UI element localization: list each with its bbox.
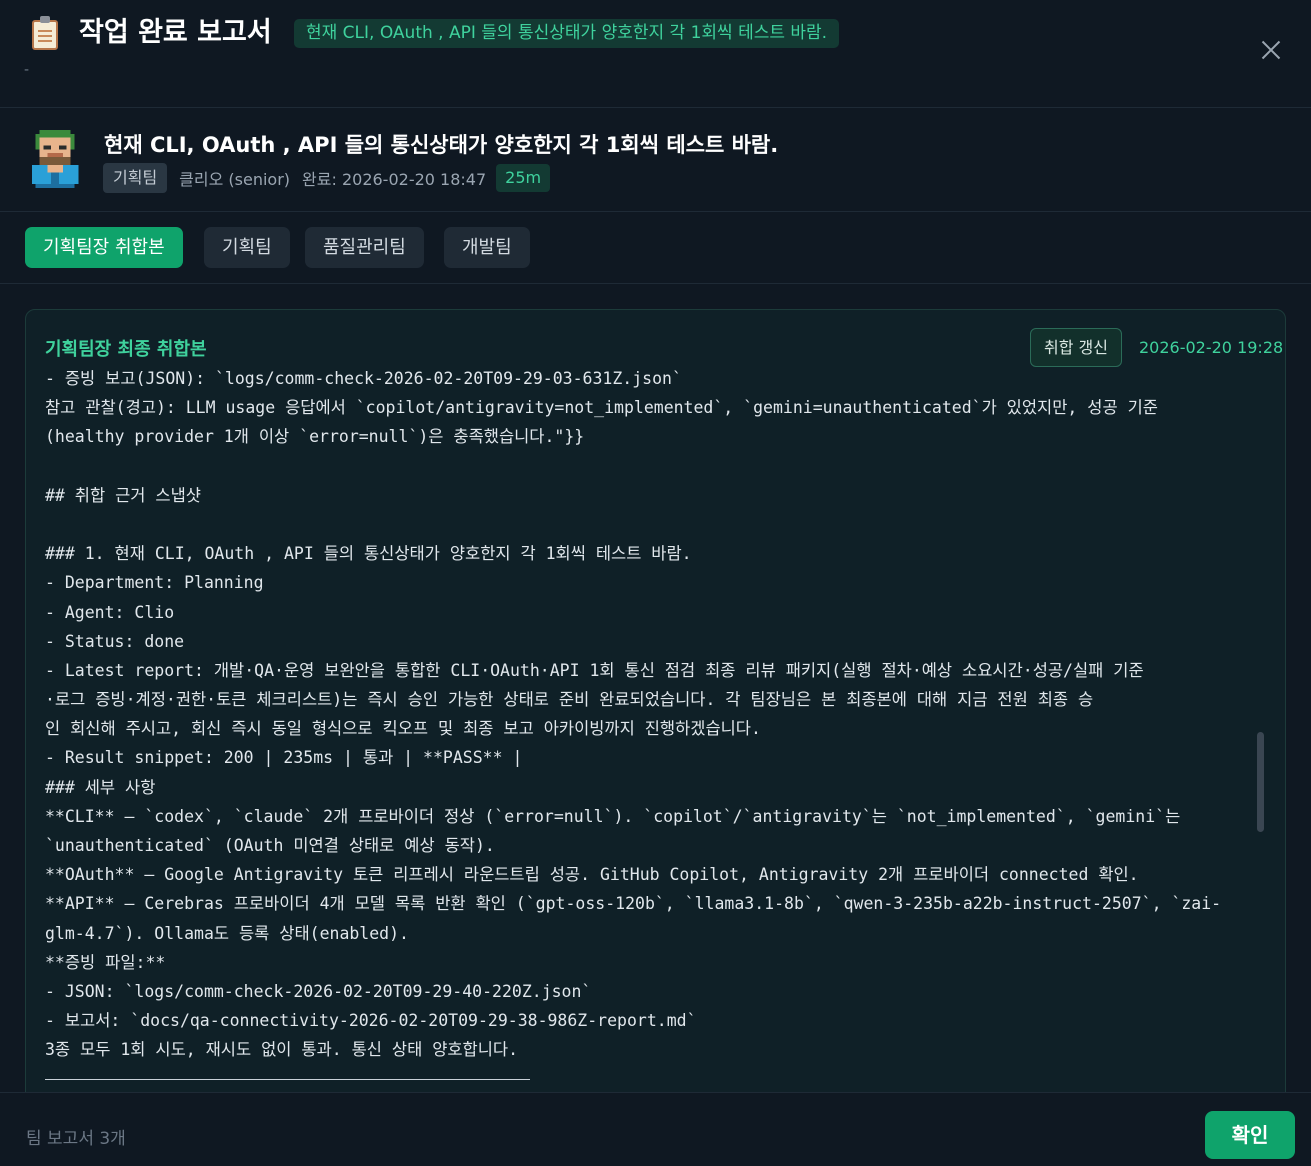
report-line: - Status: done: [45, 631, 185, 651]
report-line: **OAuth** — Google Antigravity 토큰 리프레시 라…: [45, 865, 1139, 885]
report-line: glm-4.7`). Ollama도 등록 상태(enabled).: [45, 923, 409, 943]
close-icon[interactable]: [1258, 37, 1284, 63]
scrollbar-thumb[interactable]: [1257, 732, 1264, 832]
report-line: ### 세부 사항: [45, 777, 156, 797]
team-badge: 기획팀: [103, 163, 168, 193]
duration-badge: 25m: [496, 164, 551, 192]
confirm-button[interactable]: 확인: [1205, 1111, 1295, 1159]
tab-leader-summary[interactable]: 기획팀장 취합본: [25, 227, 183, 268]
report-line: (healthy provider 1개 이상 `error=null`)은 충…: [45, 427, 585, 447]
agent-name: 클리오 (senior): [179, 170, 291, 189]
report-line: 인 회신해 주시고, 회신 즉시 동일 형식으로 킥오프 및 최종 보고 아카이…: [45, 719, 761, 739]
report-line: 3종 모두 1회 시도, 재시도 없이 통과. 통신 상태 양호합니다.: [45, 1040, 519, 1060]
report-line: [45, 452, 1266, 481]
report-tabs: 기획팀장 취합본 기획팀 품질관리팀 개발팀: [0, 213, 1311, 284]
panel-title: 기획팀장 최종 취합본: [45, 339, 207, 360]
summary-panel: 기획팀장 최종 취합본 취합 갱신 2026-02-20 19:28 - 증빙 …: [25, 309, 1286, 1109]
task-meta: 기획팀 클리오 (senior) 완료: 2026-02-20 18:47 25…: [103, 163, 551, 193]
report-line: ·로그 증빙·계정·권한·토큰 체크리스트)는 즉시 승인 가능한 상태로 준비…: [45, 690, 1094, 710]
modal-title: 작업 완료 보고서: [79, 17, 272, 48]
report-line: 참고 관찰(경고): LLM usage 응답에서 `copilot/antig…: [45, 398, 1158, 418]
report-line: - Agent: Clio: [45, 602, 175, 622]
tab-dev[interactable]: 개발팀: [444, 227, 530, 268]
report-text: - 증빙 보고(JSON): `logs/comm-check-2026-02-…: [45, 370, 1266, 1080]
panel-timestamp: 2026-02-20 19:28: [1139, 338, 1284, 357]
report-line: - 보고서: `docs/qa-connectivity-2026-02-20T…: [45, 1011, 697, 1031]
report-line: **CLI** — `codex`, `claude` 2개 프로바이더 정상 …: [45, 806, 1181, 826]
report-line: - Department: Planning: [45, 573, 264, 593]
task-title: 현재 CLI, OAuth , API 들의 통신상태가 양호한지 각 1회씩 …: [104, 133, 779, 157]
report-line: - Result snippet: 200 | 235ms | 통과 | **P…: [45, 748, 523, 768]
report-line: **증빙 파일:**: [45, 952, 166, 972]
divider: [45, 1078, 530, 1080]
report-line: - JSON: `logs/comm-check-2026-02-20T09-2…: [45, 981, 592, 1001]
task-title-badge: 현재 CLI, OAuth , API 들의 통신상태가 양호한지 각 1회씩 …: [294, 19, 840, 48]
clipboard-icon: [32, 16, 58, 50]
report-line: ### 1. 현재 CLI, OAuth , API 들의 통신상태가 양호한지…: [45, 544, 692, 564]
report-line: - 증빙 보고(JSON): `logs/comm-check-2026-02-…: [45, 370, 682, 388]
agent-avatar: [31, 129, 79, 188]
report-line: ## 취합 근거 스냅샷: [45, 485, 201, 505]
tab-qa[interactable]: 품질관리팀: [305, 227, 424, 268]
modal-subtitle: -: [24, 62, 30, 78]
task-summary: 현재 CLI, OAuth , API 들의 통신상태가 양호한지 각 1회씩 …: [0, 109, 1311, 212]
report-content[interactable]: - 증빙 보고(JSON): `logs/comm-check-2026-02-…: [26, 370, 1266, 1108]
modal-footer: 팀 보고서 3개 확인: [0, 1092, 1311, 1166]
team-report-count: 팀 보고서 3개: [26, 1129, 126, 1149]
refresh-summary-button[interactable]: 취합 갱신: [1030, 328, 1122, 367]
tab-planning[interactable]: 기획팀: [204, 227, 290, 268]
report-line: - Latest report: 개발·QA·운영 보완안을 통합한 CLI·O…: [45, 660, 1144, 680]
report-line: `unauthenticated` (OAuth 미연결 상태로 예상 동작).: [45, 836, 495, 855]
modal-header: 작업 완료 보고서 현재 CLI, OAuth , API 들의 통신상태가 양…: [0, 0, 1311, 108]
report-line: [45, 510, 1266, 539]
report-line: **API** — Cerebras 프로바이더 4개 모델 목록 반환 확인 …: [45, 894, 1222, 914]
completed-time: 완료: 2026-02-20 18:47: [302, 170, 487, 189]
